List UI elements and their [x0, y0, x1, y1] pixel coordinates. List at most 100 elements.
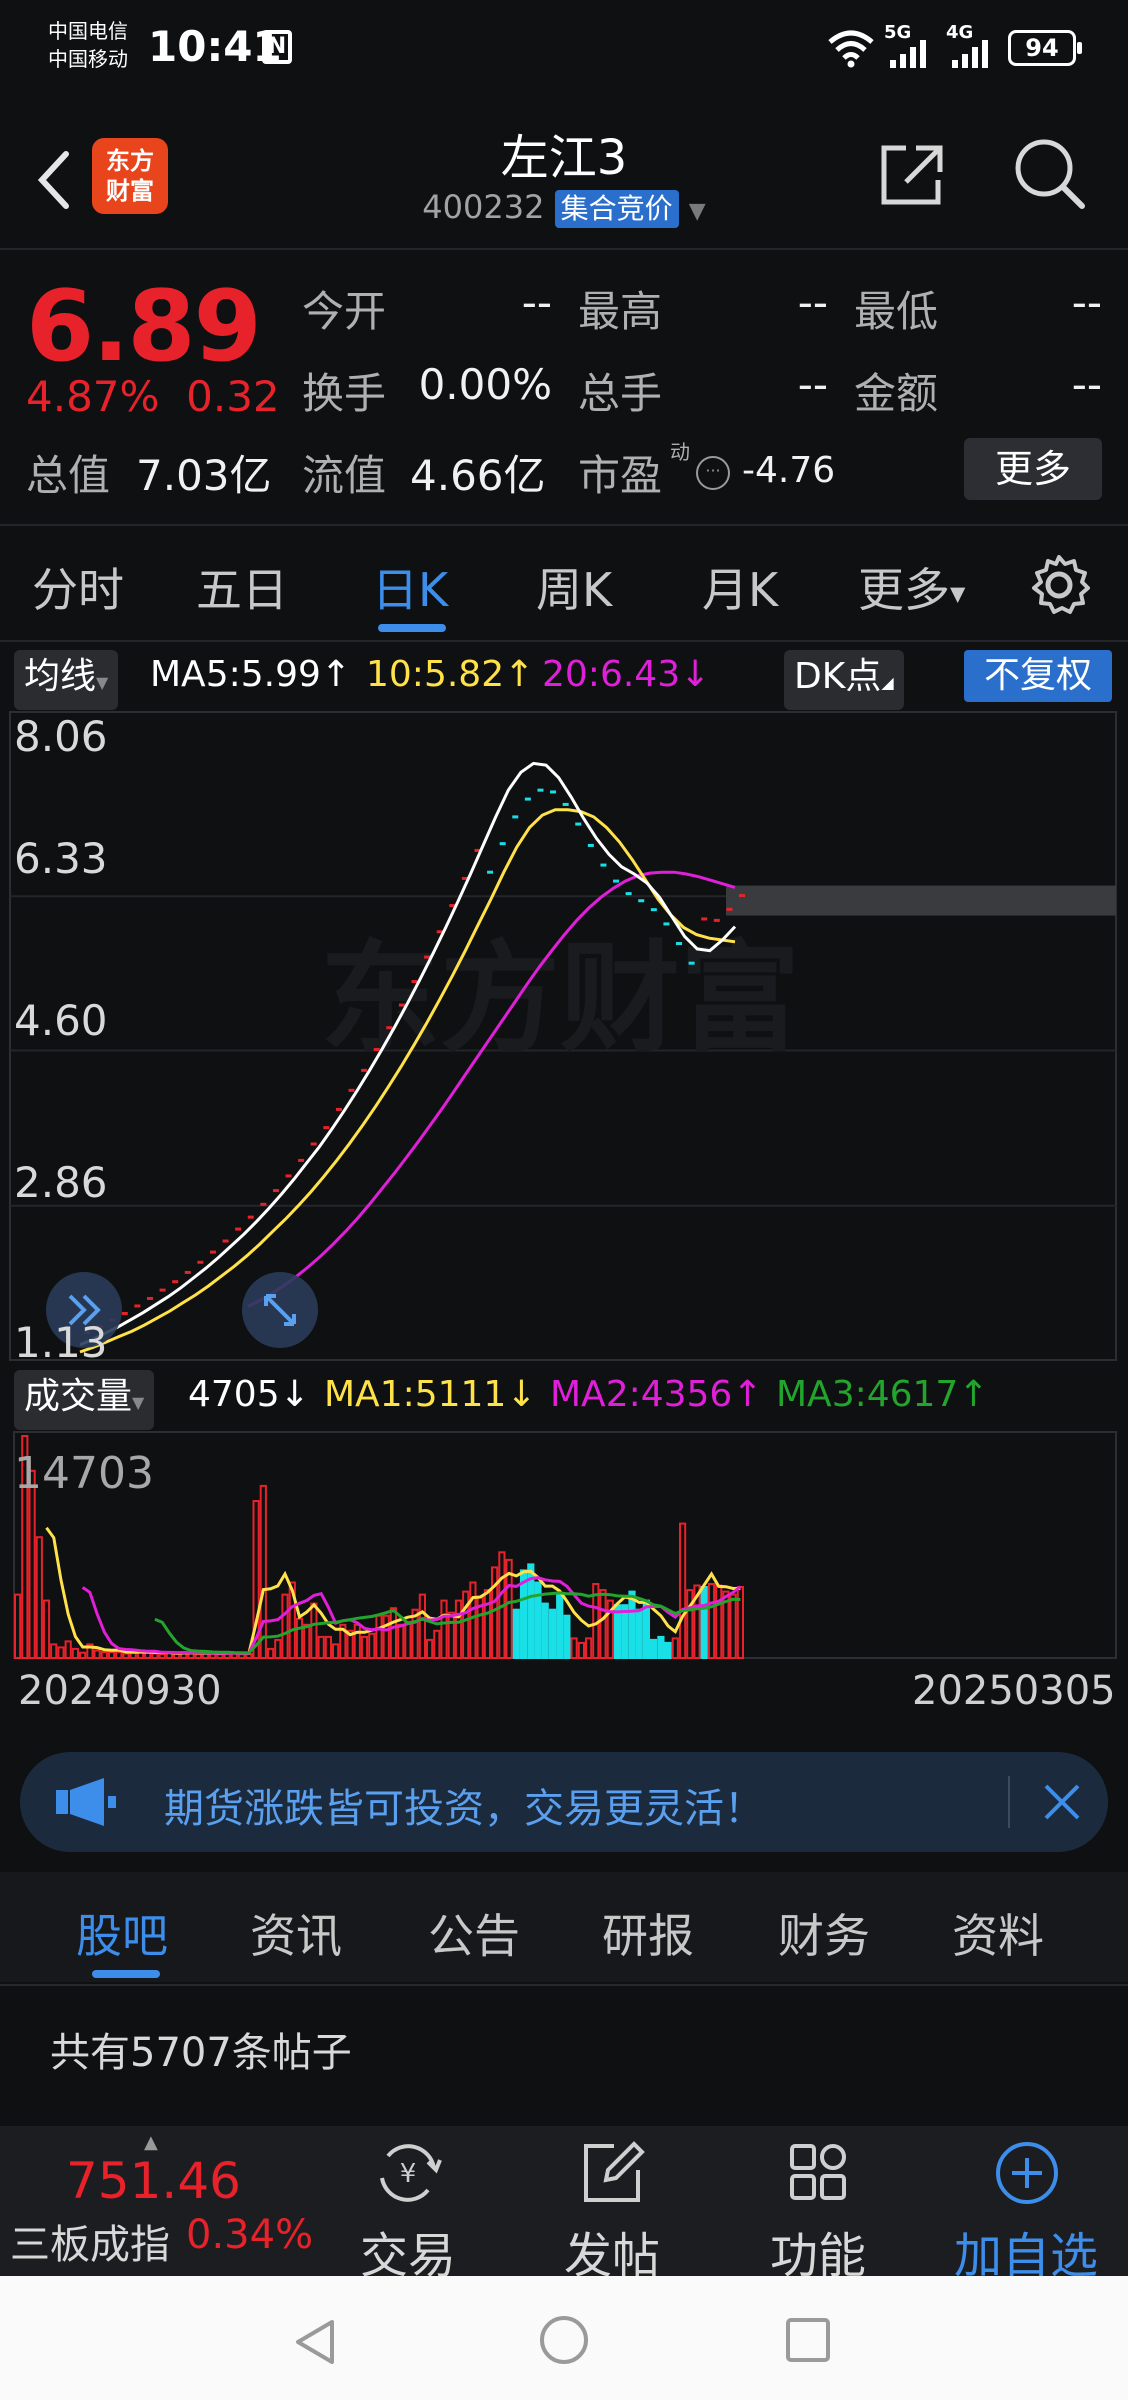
- volume-bar: [151, 1652, 159, 1659]
- volume-bar: [368, 1632, 376, 1660]
- corner-icon: ◢: [881, 673, 894, 692]
- tab-minute[interactable]: 分时: [32, 554, 124, 620]
- wifi-icon: [828, 30, 874, 68]
- volume-legend: 成交量▼ 4705↓ MA1:5111↓ MA2:4356↑ MA3:4617↑: [0, 1368, 1128, 1430]
- grid-icon: [790, 2144, 846, 2200]
- volume-bar: [50, 1643, 58, 1659]
- stock-code-line[interactable]: 400232 集合竞价 ▼: [0, 188, 1128, 228]
- volume-bar: [563, 1614, 571, 1659]
- price-axis-label: 6.33: [14, 834, 108, 883]
- volume-chart[interactable]: [0, 1420, 1128, 1660]
- promo-banner[interactable]: 期货涨跌皆可投资，交易更灵活！: [20, 1752, 1108, 1852]
- volume-axis-label: 14703: [14, 1448, 154, 1499]
- gear-icon[interactable]: [1026, 552, 1092, 618]
- share-icon[interactable]: [876, 138, 948, 210]
- change-pct: 4.87%: [26, 372, 160, 421]
- volume-bar: [548, 1608, 557, 1659]
- volume-bar: [707, 1583, 716, 1659]
- volume-bar: [556, 1593, 564, 1660]
- adjust-button[interactable]: 不复权: [964, 650, 1112, 702]
- volume-bar: [303, 1623, 311, 1660]
- nav-home-icon[interactable]: [538, 2314, 590, 2366]
- float-label: 流值: [302, 451, 387, 500]
- status-bar: 中国电信 中国移动 10:41 N 5G 4G 94: [0, 0, 1128, 100]
- volume-bar: [35, 1536, 43, 1659]
- volume-bar: [469, 1581, 477, 1659]
- tab-daily-k[interactable]: 日K: [372, 554, 448, 620]
- tab-weekly-k[interactable]: 周K: [536, 554, 612, 620]
- volume-bar: [440, 1599, 448, 1660]
- functions-button[interactable]: 功能: [728, 2126, 908, 2284]
- volume-bar: [491, 1566, 499, 1659]
- volume-bar: [375, 1614, 383, 1659]
- carrier-1: 中国电信: [48, 19, 128, 43]
- volume-bar: [397, 1623, 405, 1660]
- megaphone-icon: [56, 1778, 116, 1826]
- post-count: 共有5707条帖子: [50, 2030, 352, 2076]
- volume-bar: [736, 1586, 744, 1659]
- tab-more-label: 更多: [858, 563, 950, 617]
- trade-button[interactable]: ¥ 交易: [318, 2126, 498, 2284]
- volume-bar: [360, 1635, 369, 1659]
- ma5-value: MA5:5.99↑: [150, 654, 352, 695]
- volume-bar: [281, 1593, 289, 1660]
- ma20-value: 20:6.43↓: [542, 654, 711, 695]
- volume-bar: [433, 1629, 441, 1660]
- volume-bar: [418, 1593, 426, 1660]
- volume-bar: [42, 1599, 51, 1660]
- tab-forum[interactable]: 股吧: [76, 1900, 168, 1966]
- tab-finance[interactable]: 财务: [778, 1900, 870, 1966]
- price-axis-label: 2.86: [14, 1158, 108, 1207]
- tab-profile[interactable]: 资料: [952, 1900, 1044, 1966]
- volume-bar: [700, 1586, 708, 1659]
- tab-announcements[interactable]: 公告: [428, 1900, 520, 1966]
- volume-bar: [729, 1593, 737, 1660]
- index-name[interactable]: 三板成指: [10, 2212, 170, 2270]
- index-change-pct[interactable]: 0.34%: [186, 2212, 313, 2258]
- high-value: --: [797, 278, 828, 327]
- volume-bar: [317, 1635, 325, 1659]
- close-icon[interactable]: [1040, 1780, 1084, 1824]
- ma10-line: [79, 808, 736, 1354]
- volume-bar: [71, 1647, 80, 1659]
- tab-news[interactable]: 资讯: [250, 1900, 342, 1966]
- tab-five-day[interactable]: 五日: [196, 554, 288, 620]
- volume-bar: [158, 1653, 166, 1659]
- vol-ma2: MA2:4356↑: [550, 1374, 763, 1415]
- volume-bar: [577, 1641, 585, 1659]
- info-icon[interactable]: ···: [696, 456, 730, 490]
- volume-bar: [454, 1599, 463, 1660]
- search-icon[interactable]: [1010, 134, 1090, 214]
- change-amount: 0.32: [186, 372, 280, 421]
- volume-bar: [267, 1647, 275, 1659]
- volume-value: 4705↓: [188, 1374, 310, 1415]
- volume-bar: [14, 1593, 22, 1660]
- period-tabs: 分时 五日 日K 周K 月K 更多▼: [0, 528, 1128, 638]
- add-watchlist-button[interactable]: 加自选: [936, 2126, 1116, 2284]
- volume-bar: [541, 1602, 549, 1660]
- nav-recents-icon[interactable]: [784, 2316, 832, 2364]
- stock-code: 400232: [422, 188, 545, 226]
- volume-bar: [447, 1611, 455, 1659]
- volume-bar: [664, 1641, 672, 1659]
- volume-bar: [426, 1638, 434, 1659]
- volume-bar: [621, 1604, 629, 1659]
- tab-research[interactable]: 研报: [602, 1900, 694, 1966]
- kline-chart[interactable]: 东方财富: [0, 700, 1128, 1365]
- post-button[interactable]: 发帖: [522, 2126, 702, 2284]
- last-price: 6.89: [26, 270, 262, 384]
- volume-bar: [310, 1602, 318, 1660]
- ma-legend: 均线▼ MA5:5.99↑ 10:5.82↑ 20:6.43↓ DK点◢ 不复权: [0, 648, 1128, 710]
- ma10-value: 10:5.82↑: [366, 654, 535, 695]
- volume-bar: [585, 1637, 593, 1659]
- nav-back-icon[interactable]: [292, 2316, 340, 2368]
- divider: [0, 640, 1128, 642]
- pe-dynamic-sup: 动: [670, 440, 690, 464]
- tab-monthly-k[interactable]: 月K: [702, 554, 778, 620]
- tab-more[interactable]: 更多▼: [858, 554, 965, 620]
- high-label: 最高: [578, 287, 663, 336]
- more-button[interactable]: 更多: [964, 438, 1102, 500]
- volume-bar: [100, 1651, 108, 1659]
- index-value[interactable]: 751.46: [66, 2152, 241, 2210]
- turnover-value: 0.00%: [418, 360, 552, 409]
